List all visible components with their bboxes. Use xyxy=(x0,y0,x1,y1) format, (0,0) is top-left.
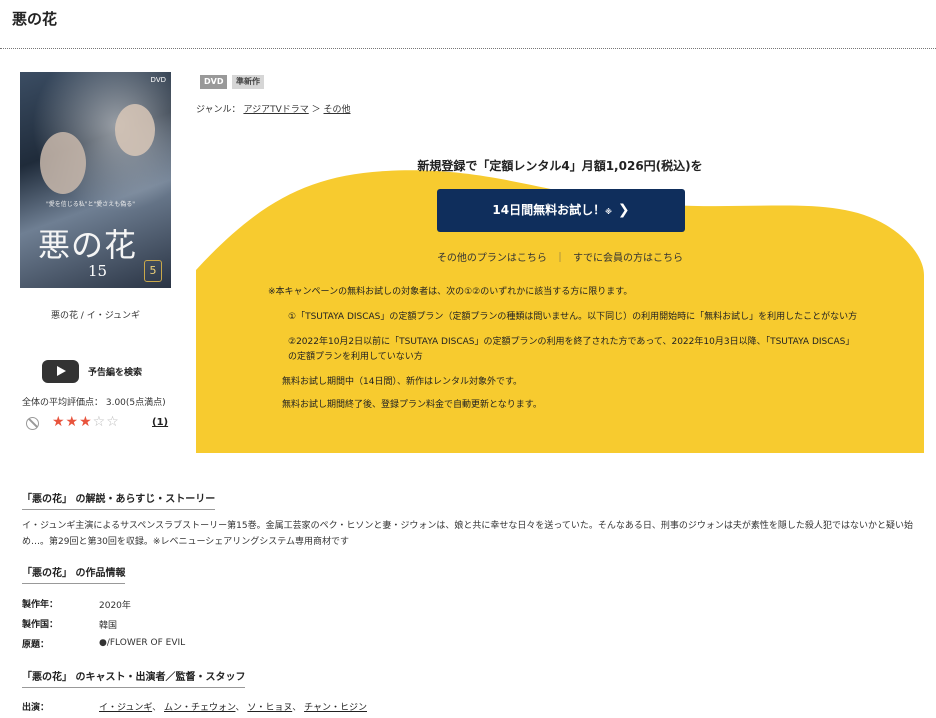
trailer-label: 予告編を検索 xyxy=(88,368,143,378)
year-value: 2020年 xyxy=(99,601,131,611)
empty-stars-icon: ☆☆ xyxy=(92,414,120,430)
trial-button-label: 14日間無料お試し！ xyxy=(492,203,606,217)
cast-delimiter: 、 xyxy=(152,703,162,713)
notes-intro: ※本キャンペーンの無料お試しの対象者は、次の①②のいずれかに該当する方に限ります… xyxy=(268,287,633,297)
rating-stars: ★★★☆☆ xyxy=(52,414,120,430)
genre-breadcrumb: ジャンル： アジアTVドラマ ＞ その他 xyxy=(196,102,351,115)
genre-link-asian-tv[interactable]: アジアTVドラマ xyxy=(243,105,308,115)
no-entry-icon[interactable] xyxy=(26,417,39,430)
cover-caption: 悪の花 / イ・ジュンギ xyxy=(50,311,141,321)
cover-tagline: "愛を信じる私"と"愛さえも偽る" xyxy=(46,201,136,208)
page-title: 悪の花 xyxy=(12,10,58,28)
synopsis-text: イ・ジュンギ主演によるサスペンスラブストーリー第15巻。金属工芸家のペク・ヒソン… xyxy=(22,521,913,547)
rating-row: ★★★☆☆ (1) xyxy=(26,414,171,436)
original-title-label: 原題： xyxy=(22,640,50,650)
synopsis-heading: 「悪の花」 の解説・あらすじ・ストーリー xyxy=(22,490,216,510)
cast-delimiter: 、 xyxy=(235,703,245,713)
other-plans-link[interactable]: その他のプランはこちら xyxy=(437,253,547,264)
genre-arrow: ＞ xyxy=(311,105,321,115)
country-label: 製作国： xyxy=(22,620,59,630)
member-login-link[interactable]: すでに会員の方はこちら xyxy=(573,253,683,264)
campaign-notes: ※本キャンペーンの無料お試しの対象者は、次の①②のいずれかに該当する方に限ります… xyxy=(268,285,858,421)
chevron-right-icon: ❯ xyxy=(617,202,630,218)
cast-list: イ・ジュンギ、 ムン・チェウォン、 ソ・ヒョヌ、 チャン・ヒジン xyxy=(99,700,367,713)
cast-delimiter: 、 xyxy=(292,703,302,713)
cast-link[interactable]: イ・ジュンギ xyxy=(99,703,152,713)
country-value: 韓国 xyxy=(99,621,118,631)
notes-auto-renew: 無料お試し期間終了後、登録プラン料金で自動更新となります。 xyxy=(282,400,542,410)
cast-link[interactable]: チャン・ヒジン xyxy=(304,703,367,713)
notes-item-2: ②2022年10月2日以前に「TSUTAYA DISCAS」の定額プランの利用を… xyxy=(288,337,855,362)
info-heading: 「悪の花」 の作品情報 xyxy=(22,564,126,584)
notes-item-1: ①「TSUTAYA DISCAS」の定額プラン（定額プランの種類は問いません。以… xyxy=(288,312,858,322)
dvd-cover-image[interactable]: DVD "愛を信じる私"と"愛さえも偽る" 悪の花 15 5 xyxy=(20,72,171,288)
cover-dvd-mark: DVD xyxy=(150,76,166,84)
genre-link-other[interactable]: その他 xyxy=(324,105,351,115)
trailer-search-button[interactable]: 予告編を検索 xyxy=(42,360,142,383)
free-trial-button[interactable]: 14日間無料お試し！※ ❯ xyxy=(437,189,685,232)
original-title-value: ●/FLOWER OF EVIL xyxy=(99,638,186,648)
plan-links: その他のプランはこちら ｜ すでに会員の方はこちら xyxy=(196,249,924,264)
link-separator: ｜ xyxy=(554,253,565,264)
trial-button-note: ※ xyxy=(605,208,612,216)
cover-actor-male xyxy=(40,132,86,194)
dvd-tag: DVD xyxy=(200,75,228,89)
average-rating: 全体の平均評価点： 3.00(5点満点) xyxy=(22,398,166,408)
review-count-link[interactable]: (1) xyxy=(152,417,168,428)
promo-heading: 新規登録で「定額レンタル4」月額1,026円(税込)を xyxy=(417,159,703,173)
filled-stars-icon: ★★★ xyxy=(52,414,93,430)
cast-link[interactable]: ソ・ヒョヌ xyxy=(247,703,292,713)
play-icon xyxy=(42,360,79,383)
cover-volume: 15 xyxy=(88,262,108,280)
cast-label: 出演： xyxy=(22,703,50,713)
cover-badge: 5 xyxy=(144,260,162,282)
cover-title: 悪の花 xyxy=(38,226,138,264)
genre-label: ジャンル： xyxy=(196,105,241,115)
new-release-tag: 準新作 xyxy=(232,75,264,89)
year-label: 製作年： xyxy=(22,600,59,610)
cast-link[interactable]: ムン・チェウォン xyxy=(164,703,235,713)
cast-heading: 「悪の花」 のキャスト・出演者／監督・スタッフ xyxy=(22,668,246,688)
cover-actor-female xyxy=(115,104,155,156)
title-divider xyxy=(0,48,936,49)
notes-trial-period: 無料お試し期間中（14日間）、新作はレンタル対象外です。 xyxy=(282,377,523,387)
